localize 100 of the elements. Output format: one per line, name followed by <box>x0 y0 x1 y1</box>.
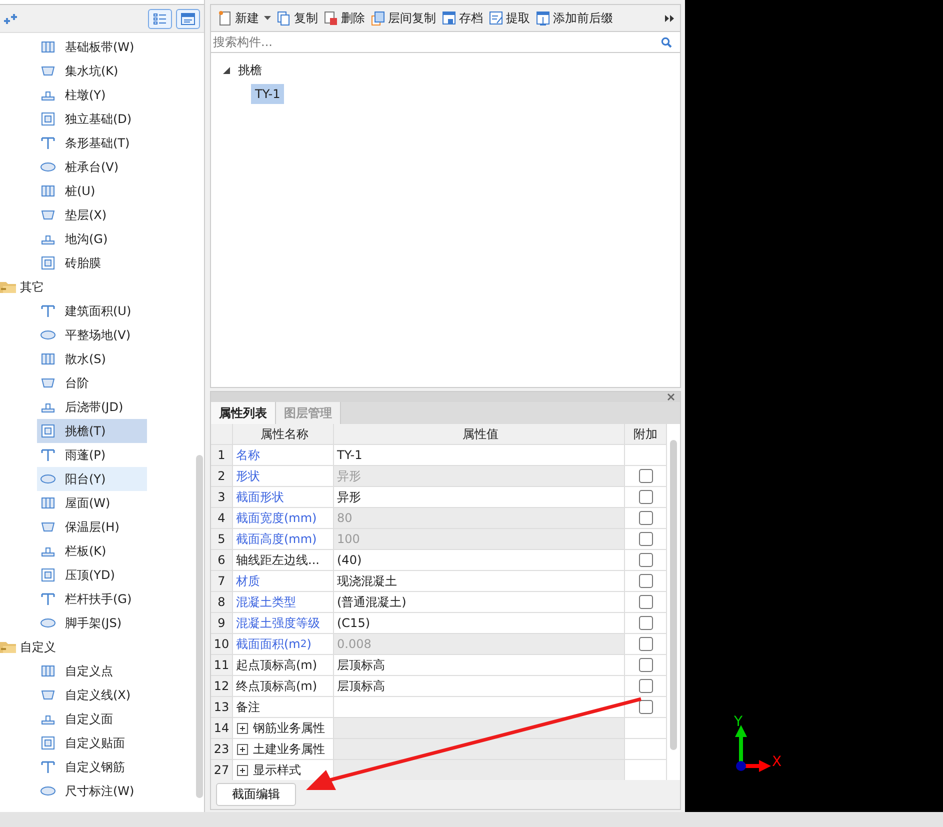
checkbox[interactable] <box>638 532 652 546</box>
tree-item[interactable]: 自定义线(X) <box>37 683 147 707</box>
tree-node[interactable]: 挑檐 <box>238 62 262 78</box>
tree-item[interactable]: 阳台(Y) <box>37 467 147 491</box>
property-name: 混凝土类型 <box>233 592 334 612</box>
toolbar-button[interactable]: 删除 <box>321 10 368 26</box>
tree-item[interactable]: 独立基础(D) <box>37 107 147 131</box>
checkbox[interactable] <box>638 469 652 483</box>
tree-item[interactable]: 屋面(W) <box>37 491 147 515</box>
row-number: 5 <box>211 529 233 549</box>
property-value[interactable]: 异形 <box>334 487 625 507</box>
checkbox[interactable] <box>638 637 652 651</box>
toolbar-button[interactable]: 复制 <box>274 10 321 26</box>
save-icon <box>442 10 456 26</box>
tree-item[interactable]: 自定义钢筋 <box>37 755 147 779</box>
checkbox[interactable] <box>638 490 652 504</box>
tree-item[interactable]: 栏杆扶手(G) <box>37 587 147 611</box>
checkbox[interactable] <box>638 595 652 609</box>
toolbar-button[interactable]: 添加前后缀 <box>533 10 616 26</box>
tree-item[interactable]: 条形基础(T) <box>37 131 147 155</box>
property-name: 起点顶标高(m) <box>233 655 334 675</box>
property-value[interactable]: 现浇混凝土 <box>334 571 625 591</box>
row-number: 9 <box>211 613 233 633</box>
search-icon <box>661 36 672 48</box>
property-value[interactable]: (普通混凝土) <box>334 592 625 612</box>
property-name: 名称 <box>233 445 334 465</box>
tree-item[interactable]: 雨蓬(P) <box>37 443 147 467</box>
tree-item[interactable]: 垫层(X) <box>37 203 147 227</box>
list-view-button[interactable] <box>148 8 172 28</box>
rename-icon <box>536 10 550 26</box>
tree-item[interactable]: 桩承台(V) <box>37 155 147 179</box>
tree-item[interactable]: 平整场地(V) <box>37 323 147 347</box>
checkbox[interactable] <box>638 574 652 588</box>
row-number: 14 <box>211 718 233 738</box>
tree-item[interactable]: 尺寸标注(W) <box>37 779 147 803</box>
tree-item[interactable]: 桩(U) <box>37 179 147 203</box>
property-value[interactable]: 层顶标高 <box>334 676 625 696</box>
panel-tab[interactable]: 属性列表 <box>211 402 276 424</box>
tree-folder[interactable]: 自定义 <box>0 635 70 659</box>
component-icon <box>40 39 56 55</box>
tree-item[interactable]: 自定义面 <box>37 707 147 731</box>
property-value[interactable]: (C15) <box>334 613 625 633</box>
group-label[interactable]: 显示样式 <box>253 762 301 778</box>
folder-icon <box>0 281 16 293</box>
tree-item[interactable]: 地沟(G) <box>37 227 147 251</box>
group-label[interactable]: 钢筋业务属性 <box>253 720 325 736</box>
tree-item[interactable]: 压顶(YD) <box>37 563 147 587</box>
row-number: 23 <box>211 739 233 759</box>
tree-item[interactable]: 柱墩(Y) <box>37 83 147 107</box>
tree-item[interactable]: 砖胎膜 <box>37 251 147 275</box>
tree-item[interactable]: 基础板带(W) <box>37 35 147 59</box>
property-value: 0.008 <box>334 634 625 654</box>
toolbar-button[interactable]: 层间复制 <box>368 10 439 26</box>
tree-item[interactable]: 挑檐(T) <box>37 419 147 443</box>
tree-item[interactable]: 栏板(K) <box>37 539 147 563</box>
property-name: 截面形状 <box>233 487 334 507</box>
tree-folder[interactable]: 其它 <box>0 275 70 299</box>
row-number: 10 <box>211 634 233 654</box>
toolbar-button[interactable]: 新建 <box>215 10 274 26</box>
scrollbar[interactable] <box>196 455 203 798</box>
property-value[interactable]: TY-1 <box>334 445 625 465</box>
component-icon <box>40 447 56 463</box>
tree-item[interactable]: 集水坑(K) <box>37 59 147 83</box>
property-name: 终点顶标高(m) <box>233 676 334 696</box>
layer-copy-icon <box>371 10 385 26</box>
tree-item[interactable]: 保温层(H) <box>37 515 147 539</box>
toolbar-button[interactable]: 提取 <box>486 10 533 26</box>
row-number: 6 <box>211 550 233 570</box>
property-value[interactable]: (40) <box>334 550 625 570</box>
scrollbar[interactable] <box>670 440 677 750</box>
property-value: 80 <box>334 508 625 528</box>
component-icon <box>40 759 56 775</box>
tree-item[interactable]: 脚手架(JS) <box>37 611 147 635</box>
component-icon <box>40 255 56 271</box>
checkbox[interactable] <box>638 700 652 714</box>
toolbar-button[interactable]: 存档 <box>439 10 486 26</box>
section-edit-button[interactable]: 截面编辑 <box>216 783 296 806</box>
new-file-icon <box>218 10 232 26</box>
detail-view-button[interactable] <box>176 8 200 28</box>
checkbox[interactable] <box>638 679 652 693</box>
row-number: 27 <box>211 760 233 780</box>
group-label[interactable]: 土建业务属性 <box>253 740 325 758</box>
axis-label: Y <box>734 714 743 730</box>
tree-item[interactable]: TY-1 <box>251 84 284 104</box>
property-name: 混凝土强度等级 <box>233 613 334 633</box>
tree-item[interactable]: 自定义贴面 <box>37 731 147 755</box>
checkbox[interactable] <box>638 658 652 672</box>
checkbox[interactable] <box>638 553 652 567</box>
tree-item[interactable]: 自定义点 <box>37 659 147 683</box>
checkbox[interactable] <box>638 616 652 630</box>
property-value: 异形 <box>334 466 625 486</box>
tree-item[interactable]: 后浇带(JD) <box>37 395 147 419</box>
property-value[interactable]: 层顶标高 <box>334 655 625 675</box>
tree-item[interactable]: 散水(S) <box>37 347 147 371</box>
property-name: 备注 <box>233 697 334 717</box>
checkbox[interactable] <box>638 511 652 525</box>
property-value: 100 <box>334 529 625 549</box>
component-icon <box>40 423 56 439</box>
tree-item[interactable]: 台阶 <box>37 371 147 395</box>
tree-item[interactable]: 建筑面积(U) <box>37 299 147 323</box>
